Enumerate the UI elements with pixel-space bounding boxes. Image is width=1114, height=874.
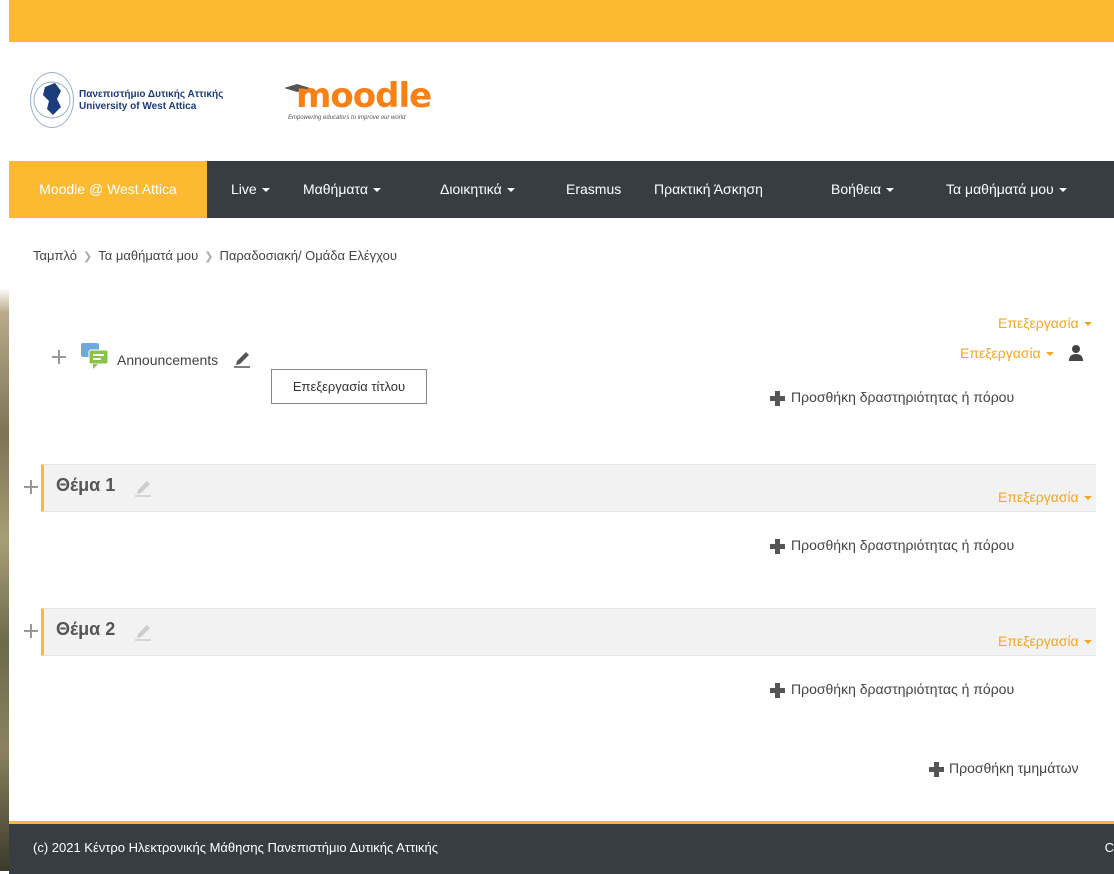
breadcrumb: Ταμπλό ❯ Τα μαθήματά μου ❯ Παραδοσιακή/ Ομάδ…: [33, 248, 397, 263]
move-icon[interactable]: [24, 624, 38, 638]
section2-add-activity[interactable]: Προσθήκη δραστηριότητας ή πόρου: [791, 681, 1014, 697]
user-icon[interactable]: [1068, 344, 1084, 362]
moodle-wordmark: moodle: [296, 76, 432, 116]
top-accent-bar: [9, 0, 1114, 42]
edit-title-pencil-icon[interactable]: [233, 350, 251, 368]
edit-section-pencil-icon[interactable]: [134, 623, 152, 641]
section0-edit-menu[interactable]: Επεξεργασία: [998, 315, 1092, 331]
edit-section-pencil-icon[interactable]: [134, 479, 152, 497]
forum-icon: [81, 343, 109, 369]
section0-add-activity[interactable]: Προσθήκη δραστηριότητας ή πόρου: [791, 389, 1014, 405]
announcements-link[interactable]: Announcements: [117, 352, 218, 368]
move-icon[interactable]: [52, 350, 66, 364]
nav-item-my-courses[interactable]: Τα μαθήματά μου: [946, 161, 1067, 218]
moodle-tagline: Empowering educators to improve our worl…: [288, 115, 406, 121]
breadcrumb-my-courses[interactable]: Τα μαθήματά μου: [98, 248, 198, 263]
nav-item-live[interactable]: Live: [231, 161, 270, 218]
nav-item-erasmus[interactable]: Erasmus: [566, 161, 621, 218]
university-seal-logo[interactable]: [30, 72, 74, 128]
section-header-2: Θέμα 2: [41, 608, 1096, 656]
footer-right-text: C: [1104, 840, 1114, 855]
section-title[interactable]: Θέμα 2: [56, 619, 115, 640]
add-sections-link[interactable]: Προσθήκη τμημάτων: [949, 760, 1079, 776]
nav-brand-link[interactable]: Moodle @ West Attica: [9, 161, 207, 218]
nav-item-administrative[interactable]: Διοικητικά: [440, 161, 515, 218]
section1-edit-menu[interactable]: Επεξεργασία: [998, 489, 1092, 505]
main-navbar: Moodle @ West Attica Live Μαθήματα Διοικ…: [9, 161, 1114, 218]
footer-copyright: (c) 2021 Κέντρο Ηλεκτρονικής Μάθησης Παν…: [33, 840, 438, 855]
add-activity-plus-icon[interactable]: [770, 539, 785, 554]
nav-item-internship[interactable]: Πρακτική Άσκηση: [654, 161, 763, 218]
moodle-logo[interactable]: moodle Empowering educators to improve o…: [284, 76, 432, 130]
edit-title-tooltip: Επεξεργασία τίτλου: [271, 369, 427, 404]
nav-item-courses[interactable]: Μαθήματα: [303, 161, 381, 218]
breadcrumb-dashboard[interactable]: Ταμπλό: [33, 248, 77, 263]
section-header-1: Θέμα 1: [41, 464, 1096, 512]
add-activity-plus-icon[interactable]: [770, 391, 785, 406]
section1-add-activity[interactable]: Προσθήκη δραστηριότητας ή πόρου: [791, 537, 1014, 553]
breadcrumb-separator-icon: ❯: [83, 251, 93, 263]
page-footer: (c) 2021 Κέντρο Ηλεκτρονικής Μάθησης Παν…: [9, 821, 1114, 874]
add-sections-plus-icon[interactable]: [929, 762, 944, 777]
move-icon[interactable]: [24, 480, 38, 494]
breadcrumb-current-course[interactable]: Παραδοσιακή/ Ομάδα Ελέγχου: [220, 248, 397, 263]
university-name-english: University of West Attica: [79, 101, 197, 112]
activity-edit-menu[interactable]: Επεξεργασία: [960, 345, 1054, 361]
background-edge: [0, 0, 9, 871]
section2-edit-menu[interactable]: Επεξεργασία: [998, 633, 1092, 649]
section-title[interactable]: Θέμα 1: [56, 475, 115, 496]
add-activity-plus-icon[interactable]: [770, 683, 785, 698]
breadcrumb-separator-icon: ❯: [204, 251, 214, 263]
university-name-greek: Πανεπιστήμιο Δυτικής Αττικής: [79, 89, 224, 100]
university-name[interactable]: Πανεπιστήμιο Δυτικής Αττικής University …: [79, 89, 223, 113]
nav-item-help[interactable]: Βοήθεια: [831, 161, 894, 218]
